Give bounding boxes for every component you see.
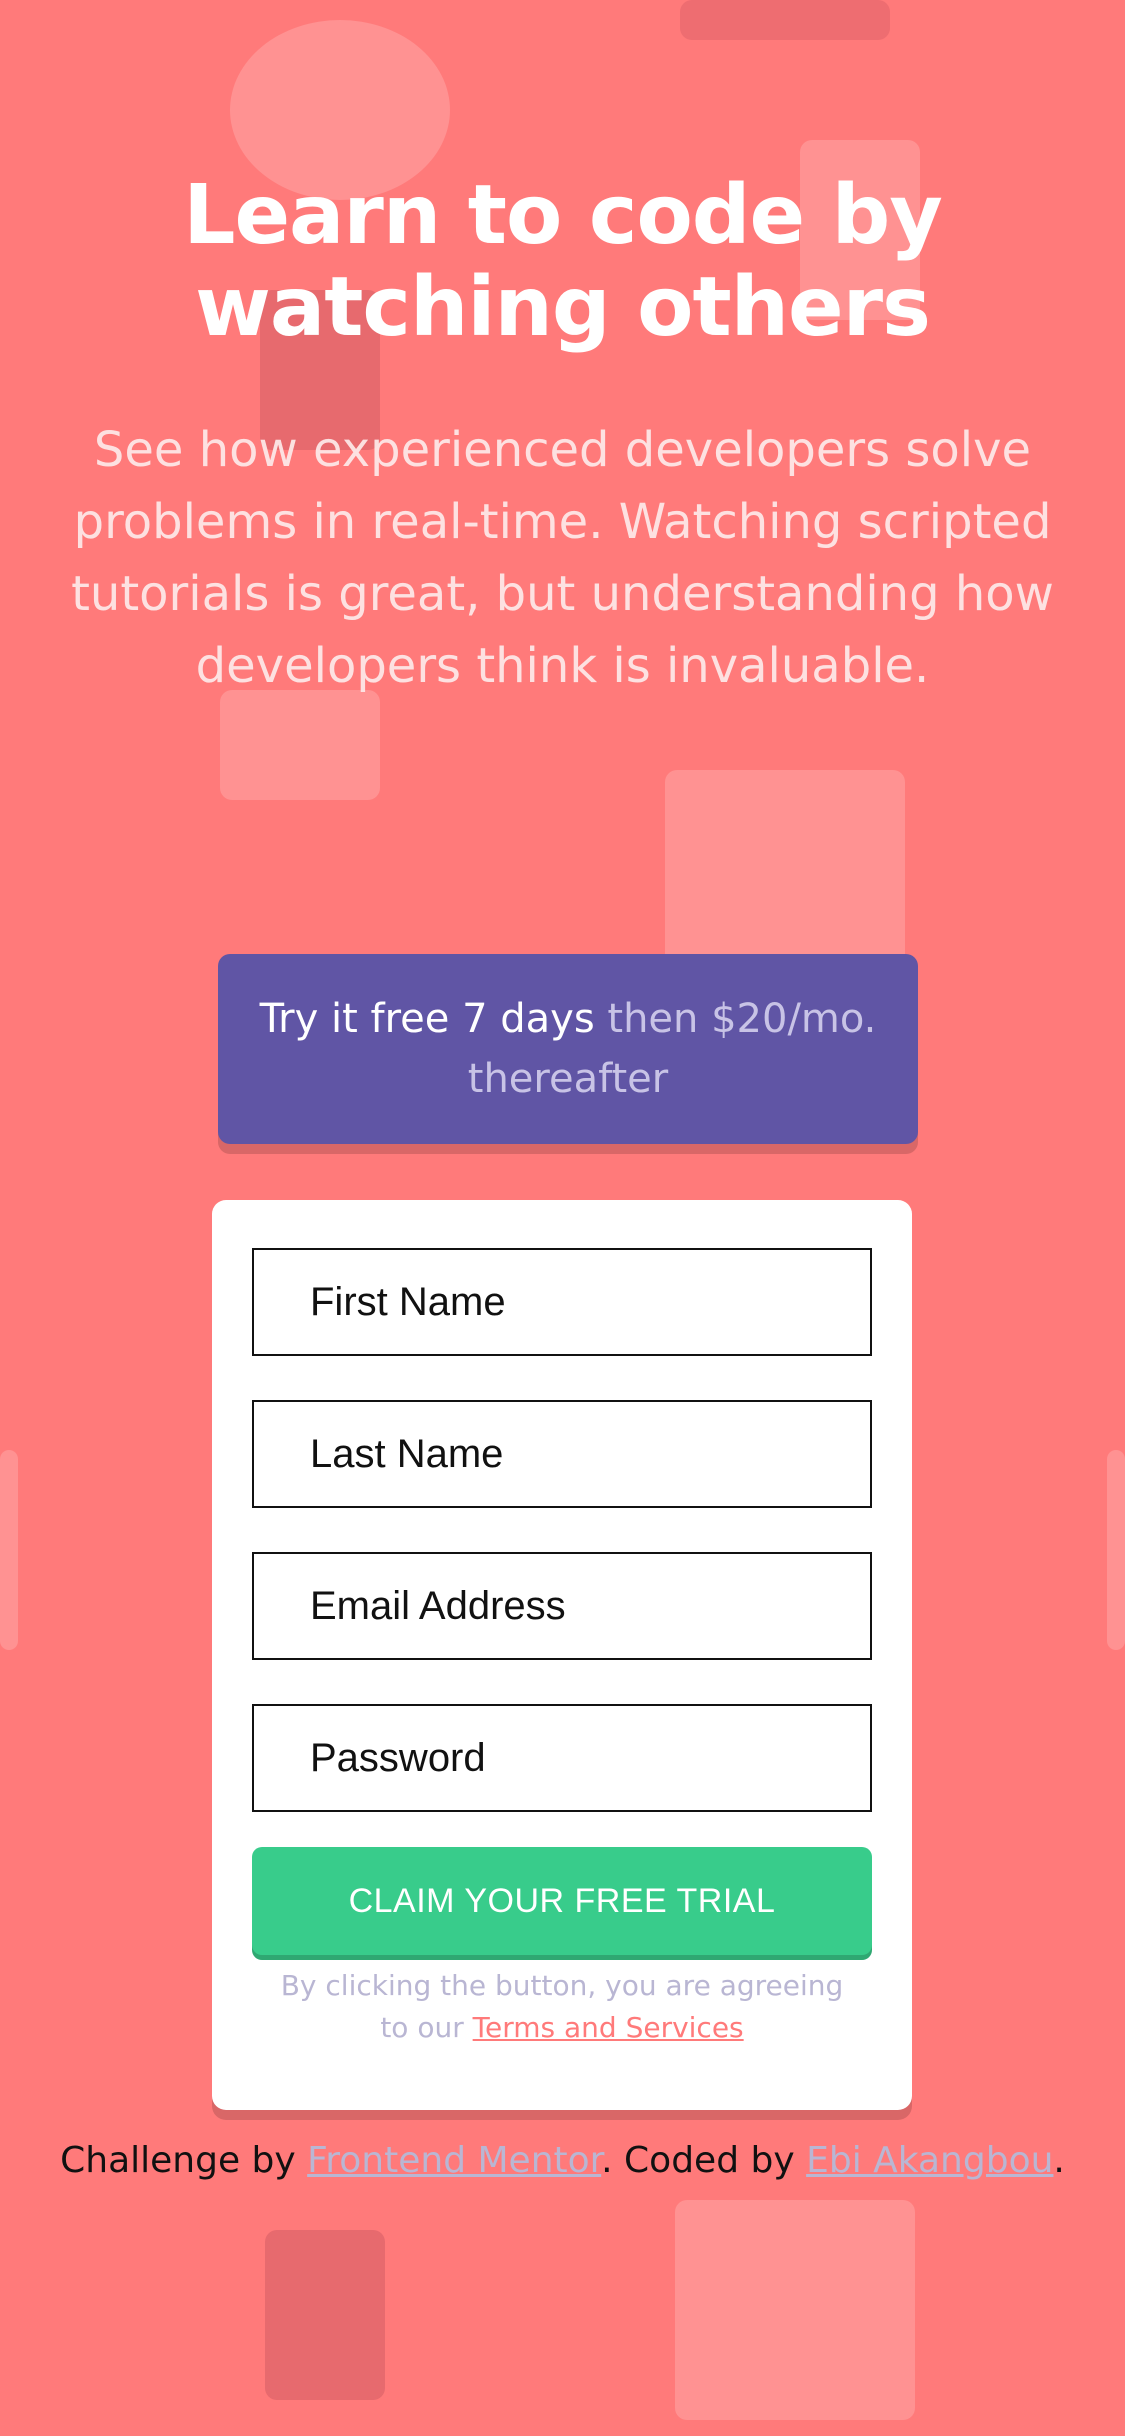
author-link[interactable]: Ebi Akangbou [806, 2140, 1053, 2181]
frontend-mentor-link[interactable]: Frontend Mentor [307, 2140, 601, 2181]
deco-shape [675, 2200, 915, 2420]
claim-free-trial-button[interactable]: CLAIM YOUR FREE TRIAL [252, 1847, 872, 1955]
hero-section: Learn to code by watching others See how… [0, 170, 1125, 702]
deco-shape [680, 0, 890, 40]
offer-text: Try it free 7 days then $20/mo. thereaft… [258, 989, 878, 1109]
first-name-placeholder: First Name [310, 1279, 506, 1324]
password-field[interactable]: Password [252, 1704, 872, 1812]
signup-form-card: First Name Last Name Email Address Passw… [212, 1200, 912, 2110]
attribution-footer: Challenge by Frontend Mentor. Coded by E… [0, 2140, 1125, 2181]
deco-shape [1107, 1450, 1125, 1650]
terms-notice: By clicking the button, you are agreeing… [272, 1965, 852, 2049]
footer-prefix: Challenge by [60, 2140, 296, 2181]
trial-offer-banner: Try it free 7 days then $20/mo. thereaft… [218, 954, 918, 1144]
deco-shape [0, 1450, 18, 1650]
footer-suffix: . [1053, 2140, 1065, 2181]
password-placeholder: Password [310, 1735, 486, 1780]
email-field[interactable]: Email Address [252, 1552, 872, 1660]
offer-strong-text: Try it free 7 days [259, 996, 595, 1042]
terms-link[interactable]: Terms and Services [473, 2011, 744, 2044]
first-name-field[interactable]: First Name [252, 1248, 872, 1356]
deco-shape [265, 2230, 385, 2400]
hero-subtitle: See how experienced developers solve pro… [71, 421, 1054, 694]
last-name-placeholder: Last Name [310, 1431, 504, 1476]
email-placeholder: Email Address [310, 1583, 566, 1628]
deco-shape [220, 690, 380, 800]
last-name-field[interactable]: Last Name [252, 1400, 872, 1508]
footer-middle: . Coded by [601, 2140, 795, 2181]
hero-title: Learn to code by watching others [183, 168, 943, 355]
